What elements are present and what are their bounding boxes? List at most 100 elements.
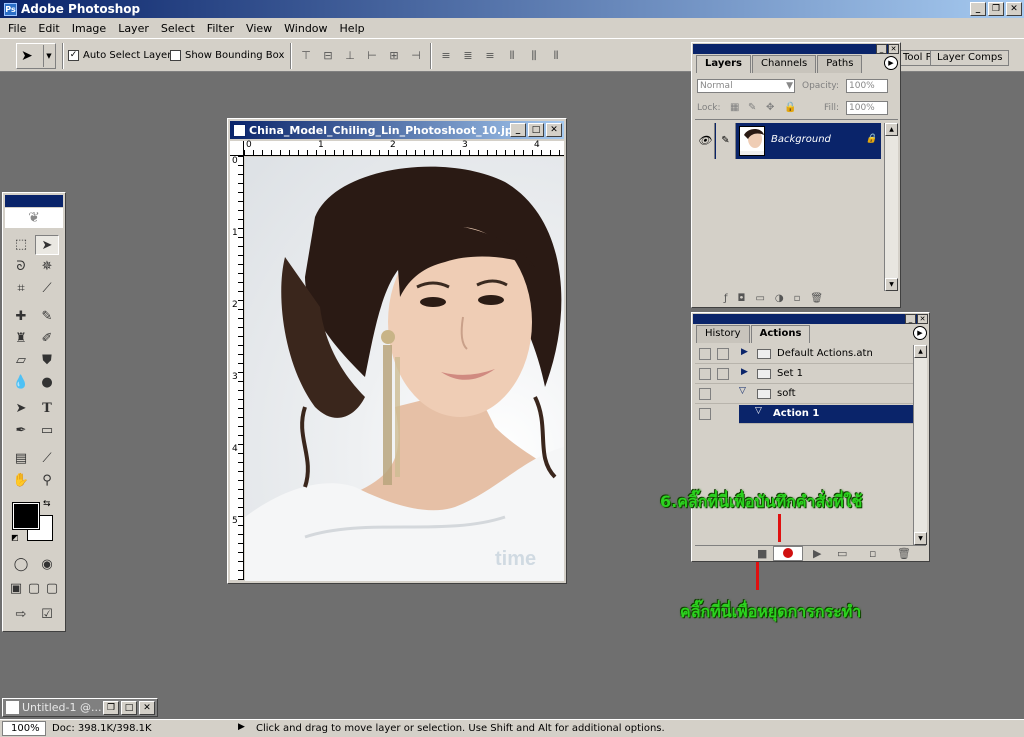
magic-wand-tool-icon[interactable]: ✵ <box>35 257 59 277</box>
add-layer-style-icon[interactable]: ƒ <box>724 293 728 304</box>
begin-recording-button[interactable] <box>773 546 803 561</box>
history-brush-tool-icon[interactable]: ✐ <box>35 329 59 349</box>
new-group-icon[interactable]: ▭ <box>755 293 764 304</box>
collapse-arrow-icon[interactable]: ▽ <box>755 406 762 416</box>
restore-button[interactable]: ❐ <box>988 2 1004 16</box>
menu-image[interactable]: Image <box>66 22 112 35</box>
menu-filter[interactable]: Filter <box>201 22 240 35</box>
action-set-soft[interactable]: ▽ soft <box>695 385 913 404</box>
brush-tool-icon[interactable]: ✎ <box>35 307 59 327</box>
hand-tool-icon[interactable]: ✋ <box>9 471 33 491</box>
new-adjustment-layer-icon[interactable]: ◑ <box>775 293 784 304</box>
lock-position-icon[interactable]: ✥ <box>766 102 774 113</box>
distribute-bottom-icon[interactable]: ≡ <box>482 48 498 64</box>
align-vcenter-icon[interactable]: ⊟ <box>320 48 336 64</box>
palette-minimize-button[interactable]: _ <box>876 44 887 54</box>
path-selection-tool-icon[interactable]: ➤ <box>9 399 33 419</box>
adobe-feather-icon[interactable]: ❦ <box>5 208 63 228</box>
align-bottom-icon[interactable]: ⊥ <box>342 48 358 64</box>
jump-to-imageready-icon[interactable]: ⇨ <box>9 605 33 625</box>
align-hcenter-icon[interactable]: ⊞ <box>386 48 402 64</box>
doc-maximize-button[interactable]: □ <box>528 123 544 137</box>
menu-layer[interactable]: Layer <box>112 22 155 35</box>
blend-mode-select[interactable]: Normal ▼ <box>697 79 795 93</box>
dodge-tool-icon[interactable]: ● <box>35 373 59 393</box>
lock-transparency-icon[interactable]: ▦ <box>730 102 739 113</box>
scroll-down-icon[interactable]: ▼ <box>914 532 927 545</box>
pen-tool-icon[interactable]: ✒ <box>9 421 33 441</box>
palette-menu-icon[interactable]: ▶ <box>884 56 898 70</box>
play-selection-icon[interactable]: ▶ <box>813 547 821 560</box>
status-menu-arrow-icon[interactable]: ▶ <box>238 722 245 732</box>
move-tool-icon[interactable]: ➤ <box>35 235 59 255</box>
new-layer-icon[interactable]: ▫ <box>794 293 801 304</box>
layer-row-background[interactable]: 👁 ✎ Background 🔒 <box>695 123 881 159</box>
palette-menu-icon[interactable]: ▶ <box>913 326 927 340</box>
menu-edit[interactable]: Edit <box>32 22 65 35</box>
default-colors-icon[interactable]: ◩ <box>11 533 19 542</box>
new-set-icon[interactable]: ▭ <box>837 547 847 560</box>
screen-mode-full-icon[interactable]: ▢ <box>43 579 61 599</box>
screen-mode-standard-icon[interactable]: ▣ <box>7 579 25 599</box>
clone-stamp-tool-icon[interactable]: ♜ <box>9 329 33 349</box>
layer-comps-well-tab[interactable]: Layer Comps <box>930 50 1010 66</box>
toggle-checkbox[interactable] <box>699 408 711 420</box>
slice-tool-icon[interactable]: ⟋ <box>35 279 59 299</box>
action-row-action1[interactable]: ▽ Action 1 <box>695 405 913 424</box>
minimized-maximize-button[interactable]: □ <box>121 700 137 715</box>
palette-close-button[interactable]: ✕ <box>917 314 928 324</box>
notes-tool-icon[interactable]: ▤ <box>9 449 33 469</box>
palette-close-button[interactable]: ✕ <box>888 44 899 54</box>
dialog-toggle-icon[interactable] <box>717 368 729 380</box>
quick-mask-mode-icon[interactable]: ◉ <box>35 555 59 575</box>
show-bounding-box-checkbox[interactable]: Show Bounding Box <box>170 50 284 61</box>
distribute-right-icon[interactable]: ⦀ <box>548 48 564 64</box>
paint-bucket-tool-icon[interactable]: ⛊ <box>35 351 59 371</box>
menu-select[interactable]: Select <box>155 22 201 35</box>
rectangle-tool-icon[interactable]: ▭ <box>35 421 59 441</box>
actions-scrollbar[interactable]: ▲ ▼ <box>913 345 927 545</box>
stop-recording-icon[interactable]: ■ <box>757 547 767 560</box>
distribute-vcenter-icon[interactable]: ≣ <box>460 48 476 64</box>
eraser-tool-icon[interactable]: ▱ <box>9 351 33 371</box>
horizontal-ruler[interactable]: 0 1 2 3 4 <box>244 140 564 156</box>
menu-window[interactable]: Window <box>278 22 333 35</box>
minimized-restore-button[interactable]: ❐ <box>103 700 119 715</box>
tab-history[interactable]: History <box>696 325 750 343</box>
layer-visibility-eye-icon[interactable]: 👁 <box>695 123 715 159</box>
lock-all-icon[interactable]: 🔒 <box>784 102 796 113</box>
collapse-arrow-icon[interactable]: ▽ <box>739 386 746 396</box>
zoom-field[interactable]: 100% <box>2 721 46 736</box>
tab-channels[interactable]: Channels <box>752 55 817 73</box>
eyedropper-tool-icon[interactable]: ⟋ <box>35 449 59 469</box>
add-mask-icon[interactable]: ◘ <box>738 293 746 304</box>
close-button[interactable]: ✕ <box>1006 2 1022 16</box>
blur-tool-icon[interactable]: 💧 <box>9 373 33 393</box>
toggle-checkbox[interactable] <box>699 348 711 360</box>
palette-title-bar[interactable]: _ ✕ <box>693 44 899 54</box>
foreground-color-swatch[interactable] <box>12 502 40 530</box>
opacity-field[interactable]: 100% <box>846 79 888 93</box>
distribute-hcenter-icon[interactable]: ⫼ <box>526 48 542 64</box>
tool-preset-picker[interactable]: ➤ ▼ <box>16 43 56 69</box>
toggle-checkbox[interactable] <box>699 388 711 400</box>
distribute-left-icon[interactable]: ⦀ <box>504 48 520 64</box>
align-right-icon[interactable]: ⊣ <box>408 48 424 64</box>
standard-mode-icon[interactable]: ◯ <box>9 555 33 575</box>
new-action-icon[interactable]: ▫ <box>869 547 876 560</box>
palette-title-bar[interactable]: _ ✕ <box>693 314 928 324</box>
lock-pixels-icon[interactable]: ✎ <box>748 102 756 113</box>
scroll-up-icon[interactable]: ▲ <box>914 345 927 358</box>
image-canvas[interactable]: time <box>245 157 564 581</box>
minimized-close-button[interactable]: ✕ <box>139 700 155 715</box>
tab-paths[interactable]: Paths <box>817 55 863 73</box>
crop-tool-icon[interactable]: ⌗ <box>9 279 33 299</box>
zoom-tool-icon[interactable]: ⚲ <box>35 471 59 491</box>
lasso-tool-icon[interactable]: ᘐ <box>9 257 33 277</box>
minimized-document[interactable]: Untitled-1 @... ❐ □ ✕ <box>2 698 158 717</box>
auto-select-layer-checkbox[interactable]: ✓ Auto Select Layer <box>68 50 171 61</box>
vertical-ruler[interactable]: 0 1 2 3 4 5 <box>230 156 244 580</box>
type-tool-icon[interactable]: T <box>35 399 59 419</box>
distribute-top-icon[interactable]: ≡ <box>438 48 454 64</box>
fill-field[interactable]: 100% <box>846 101 888 115</box>
